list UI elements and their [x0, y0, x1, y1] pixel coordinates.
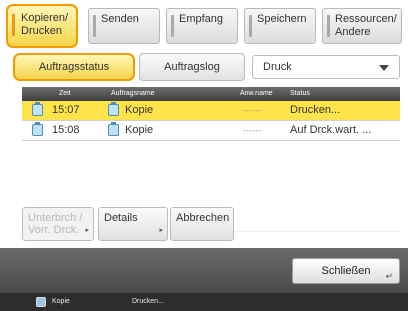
job-name: Kopie: [125, 124, 154, 136]
close-label: Schließen: [321, 265, 371, 277]
job-user: ------: [243, 106, 262, 115]
tab-copy-print[interactable]: Kopieren/ Drucken: [6, 4, 78, 48]
cancel-job-button[interactable]: Abbrechen: [170, 207, 234, 241]
tab-indicator-icon: [327, 15, 330, 37]
tab-indicator-icon: [93, 15, 96, 37]
column-header-name: Auftragsname: [111, 90, 155, 97]
status-job-state: Drucken...: [132, 298, 164, 305]
job-status-screen: Kopieren/ Drucken Senden Empfang Speiche…: [0, 0, 408, 311]
column-header-user: Anw.name: [240, 90, 273, 97]
tab-resources-other[interactable]: Ressourcen/ Andere: [322, 8, 402, 44]
tab-send[interactable]: Senden: [88, 8, 160, 44]
tab-label-line2: Drucken: [21, 25, 62, 37]
job-type-value: Druck: [263, 61, 292, 73]
table-row[interactable]: 15:07 Kopie ------ Drucken...: [22, 101, 400, 121]
column-header-time: Zeit: [59, 90, 71, 97]
tab-label-line1: Kopieren/: [21, 12, 69, 24]
tab-indicator-icon: [12, 14, 15, 36]
tab-receive[interactable]: Empfang: [166, 8, 238, 44]
job-status: Auf Drck.wart. ...: [290, 124, 372, 136]
copy-job-icon: [108, 122, 119, 136]
bottom-bar: Schließen ↵: [0, 248, 408, 293]
table-header: Zeit Auftragsname Anw.name Status: [22, 87, 400, 101]
tab-job-status[interactable]: Auftragsstatus: [13, 53, 135, 81]
job-type-select[interactable]: Druck: [252, 55, 400, 79]
job-time: 15:07: [52, 104, 80, 116]
button-label: Abbrechen: [176, 212, 230, 224]
copy-job-icon: [36, 297, 46, 307]
status-bar: Kopie Drucken...: [0, 293, 408, 311]
interrupt-priority-print-button[interactable]: Unterbrch / Vorr. Drck. ▸: [22, 207, 94, 241]
more-options-icon: ▸: [85, 227, 89, 234]
tab-label-line1: Empfang: [179, 13, 224, 25]
table-row[interactable]: 15:08 Kopie ------ Auf Drck.wart. ...: [22, 121, 400, 141]
status-job-name: Kopie: [52, 298, 70, 305]
job-user: ------: [243, 126, 262, 135]
top-tab-bar: Kopieren/ Drucken Senden Empfang Speiche…: [4, 4, 404, 48]
job-name: Kopie: [125, 104, 154, 116]
copy-job-icon: [108, 102, 119, 116]
return-arrow-icon: ↵: [385, 271, 393, 281]
details-button[interactable]: Details ▸: [98, 207, 168, 241]
close-button[interactable]: Schließen ↵: [292, 258, 400, 284]
job-status: Drucken...: [290, 104, 341, 116]
tab-label-line2: Andere: [335, 26, 371, 38]
tab-indicator-icon: [171, 15, 174, 37]
button-label-line2: Vorr. Drck.: [28, 224, 80, 236]
tab-store[interactable]: Speichern: [244, 8, 316, 44]
chevron-down-icon: [379, 65, 389, 71]
button-label-line1: Unterbrch /: [28, 212, 83, 224]
more-options-icon: ▸: [159, 227, 163, 234]
copy-job-icon: [32, 122, 43, 136]
tab-label-line1: Ressourcen/: [335, 13, 397, 25]
job-time: 15:08: [52, 124, 80, 136]
tab-indicator-icon: [249, 15, 252, 37]
copy-job-icon: [32, 102, 43, 116]
column-header-status: Status: [290, 90, 310, 97]
button-label: Details: [104, 212, 138, 224]
tab-label-line1: Senden: [101, 13, 139, 25]
tab-label-line1: Speichern: [257, 13, 307, 25]
tab-job-log[interactable]: Auftragslog: [139, 53, 245, 81]
